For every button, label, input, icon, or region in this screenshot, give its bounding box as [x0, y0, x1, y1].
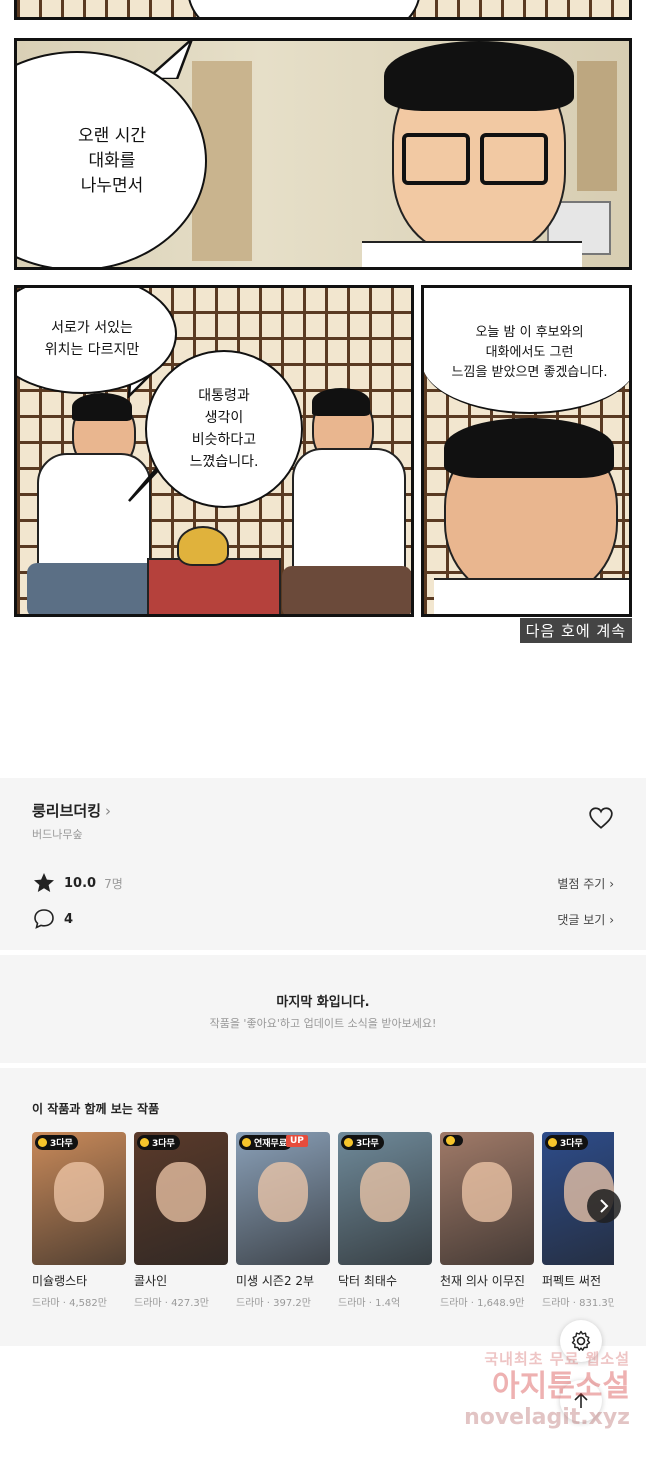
cover-thumbnail: 3다무 — [338, 1132, 432, 1265]
free-badge: 3다무 — [35, 1135, 78, 1150]
arrow-up-icon — [574, 1392, 588, 1408]
update-badge: UP — [286, 1135, 308, 1147]
recommendation-carousel: 3다무 미슐랭스타 드라마 · 4,582만 3다무 콜사인 드라마 · 427.3만 연재… — [32, 1132, 614, 1332]
card-title: 콜사인 — [134, 1274, 168, 1288]
chevron-right-icon: › — [609, 912, 614, 927]
watermark-line1: 국내최초 무료 웹소설 — [484, 1350, 630, 1368]
star-icon — [34, 873, 54, 892]
badge-label: 3다무 — [50, 1139, 73, 1149]
card-title: 닥터 최태수 — [338, 1274, 398, 1288]
badge-label: 3다무 — [560, 1139, 583, 1149]
series-title: 룽리브더킹 — [32, 802, 102, 820]
character-shoulder — [187, 0, 421, 17]
speech-bubble-center: 대통령과 생각이 비슷하다고 느꼈습니다. — [145, 350, 303, 508]
series-info-section: 룽리브더킹 › 버드나무숲 10.0 7명 별점 주기 › 4 댓글 보기 › — [0, 778, 646, 950]
last-episode-notice: 마지막 화입니다. 작품을 '좋아요'하고 업데이트 소식을 받아보세요! — [0, 955, 646, 1063]
speech-bubble: 오랜 시간 대화를 나누면서 — [17, 51, 207, 267]
card-meta: 드라마 · 831.3만 — [542, 1298, 614, 1309]
settings-button[interactable] — [560, 1320, 602, 1362]
clock-icon — [38, 1138, 47, 1147]
tea-table — [147, 558, 281, 614]
card-title: 미생 시즌2 2부 — [236, 1274, 315, 1288]
card-title: 천재 의사 이무진 — [440, 1274, 525, 1288]
comic-episode-image: 오랜 시간 대화를 나누면서 서로가 서있는 위치는 다르지만 대통령과 생각이… — [0, 0, 646, 645]
gear-icon — [571, 1330, 591, 1351]
card-title: 퍼펙트 써전 — [542, 1274, 602, 1288]
recommendation-card[interactable]: 3다무콜사인드라마 · 427.3만 — [134, 1132, 228, 1309]
clock-icon — [140, 1138, 149, 1147]
view-comments-label: 댓글 보기 — [557, 912, 606, 927]
cover-thumbnail: 3다무 — [32, 1132, 126, 1265]
heart-icon[interactable] — [588, 806, 614, 830]
free-badge: 연재무료 — [239, 1135, 293, 1150]
man-left-seated — [27, 393, 157, 614]
rate-button[interactable]: 별점 주기 › — [557, 875, 614, 892]
picture-frame — [577, 61, 617, 191]
series-title-link[interactable]: 룽리브더킹 › — [32, 800, 111, 821]
scroll-top-button[interactable] — [560, 1380, 602, 1422]
cover-character — [360, 1162, 410, 1222]
cover-thumbnail: 연재무료 UP — [236, 1132, 330, 1265]
view-comments-button[interactable]: 댓글 보기 › — [557, 911, 614, 928]
rating-count: 7명 — [104, 876, 123, 891]
free-badge — [443, 1135, 463, 1146]
comment-row: 4 댓글 보기 › — [32, 906, 614, 932]
recommendation-card[interactable]: 3다무미슐랭스타드라마 · 4,582만 — [32, 1132, 126, 1309]
free-badge: 3다무 — [341, 1135, 384, 1150]
kettle — [177, 526, 229, 566]
notice-subtitle: 작품을 '좋아요'하고 업데이트 소식을 받아보세요! — [209, 1017, 437, 1030]
rating-row: 10.0 7명 별점 주기 › — [32, 870, 614, 896]
cover-character — [258, 1162, 308, 1222]
comic-panel-3: 서로가 서있는 위치는 다르지만 대통령과 생각이 비슷하다고 느꼈습니다. — [14, 285, 414, 617]
continue-label: 다음 호에 계속 — [519, 618, 632, 643]
card-meta: 드라마 · 1,648.9만 — [440, 1298, 525, 1309]
cover-character — [462, 1162, 512, 1222]
speech-text: 오늘 밤 이 후보와의 대화에서도 그런 느낌을 받았으면 좋겠습니다. — [451, 325, 608, 380]
rate-label: 별점 주기 — [557, 876, 606, 891]
notice-title: 마지막 화입니다. — [276, 995, 370, 1010]
chevron-right-icon: › — [105, 802, 112, 820]
clock-icon — [344, 1138, 353, 1147]
cover-thumbnail — [440, 1132, 534, 1265]
smiling-man-closeup — [434, 418, 629, 614]
badge-label: 3다무 — [356, 1139, 379, 1149]
clock-icon — [242, 1138, 251, 1147]
chevron-right-icon — [600, 1199, 609, 1213]
site-watermark: 국내최초 무료 웹소설 아지툰소설 novelagit.xyz — [440, 1348, 630, 1431]
cover-thumbnail: 3다무 — [134, 1132, 228, 1265]
author-name: 버드나무숲 — [32, 828, 83, 841]
cover-character — [54, 1162, 104, 1222]
cover-character — [156, 1162, 206, 1222]
badge-label: 3다무 — [152, 1139, 175, 1149]
comic-panel-1 — [14, 0, 632, 20]
comment-count: 4 — [64, 911, 74, 927]
recommendation-card[interactable]: 천재 의사 이무진드라마 · 1,648.9만 — [440, 1132, 534, 1309]
card-meta: 드라마 · 1.4억 — [338, 1298, 401, 1309]
card-title: 미슐랭스타 — [32, 1274, 88, 1288]
rating-value: 10.0 — [64, 875, 97, 891]
comic-panel-2: 오랜 시간 대화를 나누면서 — [14, 38, 632, 270]
recommendations-heading: 이 작품과 함께 보는 작품 — [32, 1102, 160, 1116]
speech-text: 오랜 시간 대화를 나누면서 — [78, 125, 146, 196]
card-meta: 드라마 · 397.2만 — [236, 1298, 311, 1309]
card-meta: 드라마 · 4,582만 — [32, 1298, 107, 1309]
comic-panel-4: 오늘 밤 이 후보와의 대화에서도 그런 느낌을 받았으면 좋겠습니다. — [421, 285, 632, 617]
recommendation-card[interactable]: 연재무료 UP 미생 시즌2 2부드라마 · 397.2만 — [236, 1132, 330, 1309]
recommendation-card[interactable]: 3다무닥터 최태수드라마 · 1.4억 — [338, 1132, 432, 1309]
man-with-glasses — [362, 41, 582, 267]
recommendations-section: 이 작품과 함께 보는 작품 3다무 미슐랭스타 드라마 · 4,582만 3다무 콜사… — [0, 1068, 646, 1346]
card-meta: 드라마 · 427.3만 — [134, 1298, 209, 1309]
clock-icon — [446, 1136, 455, 1145]
watermark-line3: novelagit.xyz — [464, 1405, 630, 1430]
speech-text: 대통령과 생각이 비슷하다고 느꼈습니다. — [189, 388, 259, 470]
carousel-next-button[interactable] — [587, 1189, 621, 1223]
comment-bubble-icon — [34, 909, 54, 929]
speech-text: 서로가 서있는 위치는 다르지만 — [44, 320, 140, 358]
clock-icon — [548, 1138, 557, 1147]
free-badge: 3다무 — [137, 1135, 180, 1150]
free-badge: 3다무 — [545, 1135, 588, 1150]
speech-bubble: 오늘 밤 이 후보와의 대화에서도 그런 느낌을 받았으면 좋겠습니다. — [424, 288, 629, 414]
badge-label: 연재무료 — [254, 1139, 288, 1149]
chevron-right-icon: › — [609, 876, 614, 891]
